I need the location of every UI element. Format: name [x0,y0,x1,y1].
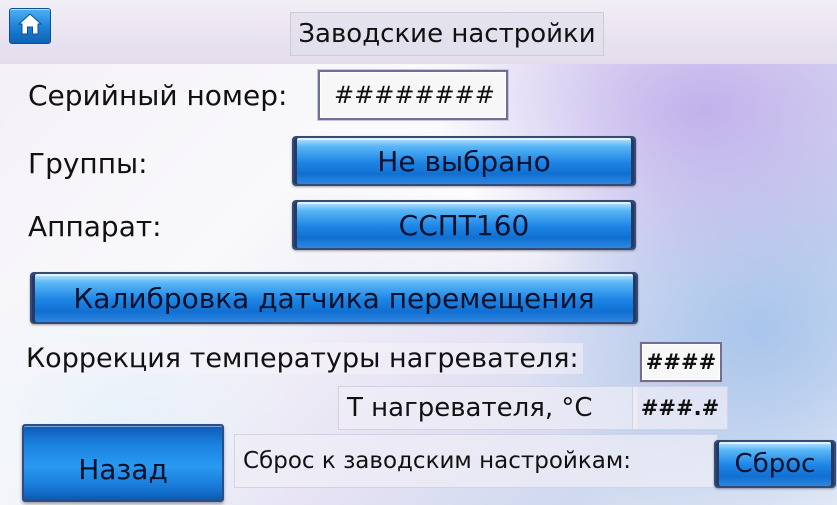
device-select-button[interactable]: ССПТ160 [292,200,636,250]
back-button[interactable]: Назад [22,424,224,502]
serial-number-value: ######## [334,81,495,109]
page-title-text: Заводские настройки [298,19,596,49]
groups-label: Группы: [28,147,148,180]
heater-temp-label-box: Т нагревателя, °С [338,386,638,430]
factory-reset-label-box: Сброс к заводским настройкам: [234,434,718,488]
factory-reset-label: Сброс к заводским настройкам: [243,448,631,474]
serial-number-label: Серийный номер: [28,79,288,112]
device-label: Аппарат: [28,210,162,243]
heater-temp-value: ###.# [640,396,720,420]
home-icon [17,12,43,40]
groups-value: Не выбрано [377,144,551,178]
serial-number-field[interactable]: ######## [318,70,508,120]
home-button[interactable] [9,8,51,44]
reset-button-label: Сброс [734,449,816,479]
temp-correction-label: Коррекция температуры нагревателя: [22,343,583,374]
temp-correction-field[interactable]: #### [640,342,722,382]
page-title: Заводские настройки [290,12,604,56]
calibrate-displacement-sensor-button[interactable]: Калибровка датчика перемещения [30,272,638,324]
heater-temp-readout: ###.# [632,386,728,430]
heater-temp-label: Т нагревателя, °С [347,393,593,423]
calibrate-button-label: Калибровка датчика перемещения [73,281,595,315]
reset-button[interactable]: Сброс [714,440,836,488]
device-value: ССПТ160 [398,208,530,242]
back-button-label: Назад [78,452,168,486]
temp-correction-value: #### [645,350,717,374]
groups-select-button[interactable]: Не выбрано [292,136,636,186]
